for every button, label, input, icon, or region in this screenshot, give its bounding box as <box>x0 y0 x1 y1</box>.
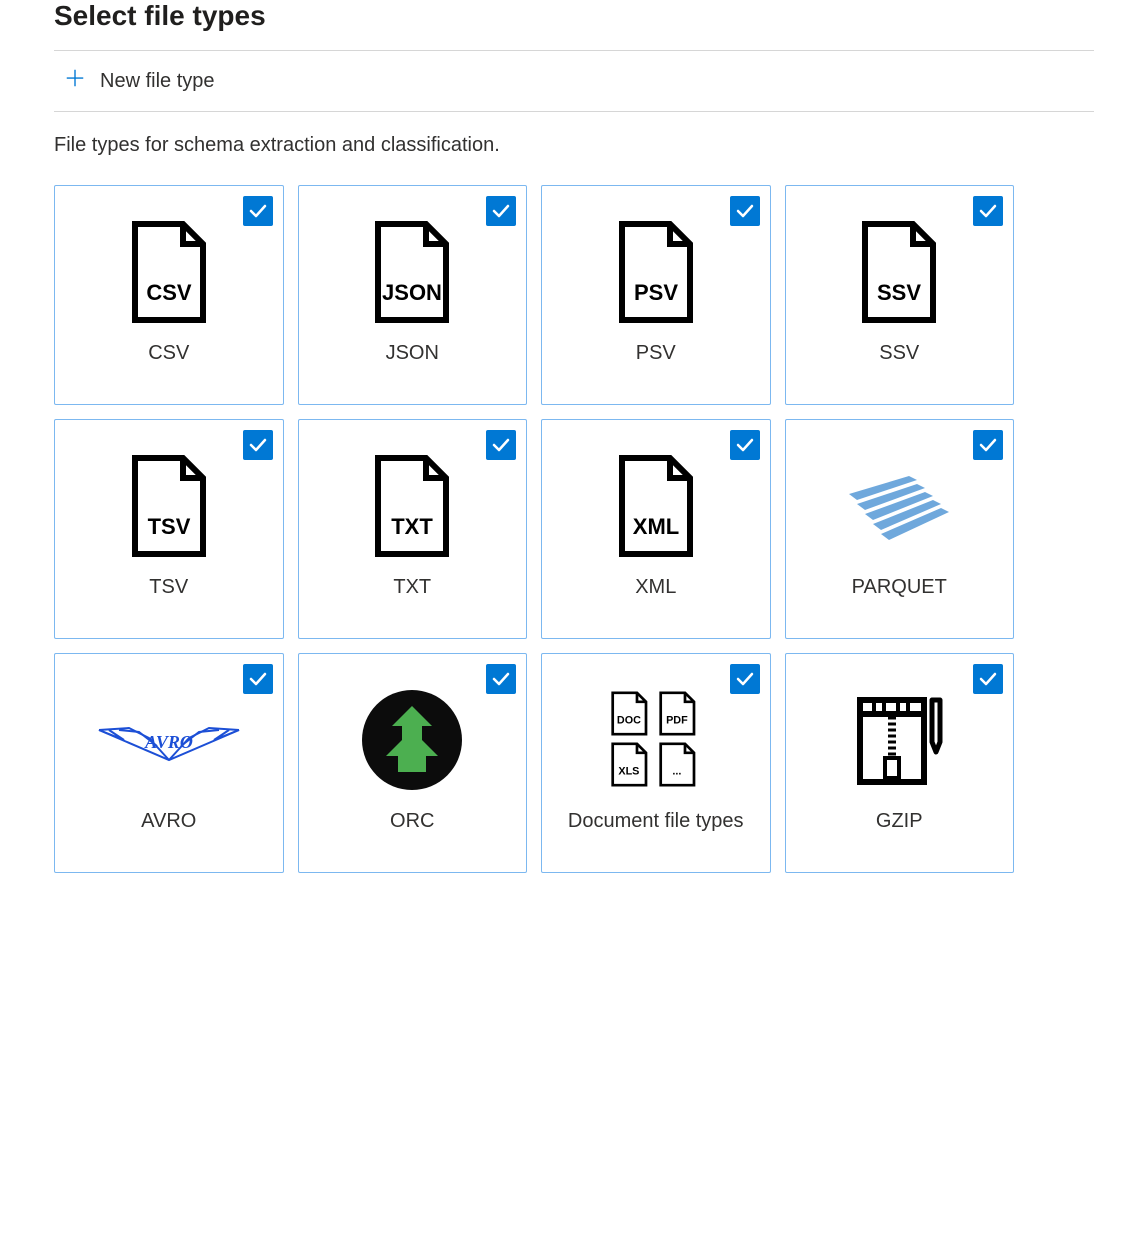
svg-text:AVRO: AVRO <box>144 732 193 752</box>
file-type-icon: SSV <box>857 220 941 324</box>
checkbox-checked-icon[interactable] <box>486 430 516 460</box>
file-type-card-ssv[interactable]: SSV SSV <box>785 185 1015 405</box>
file-type-label: PARQUET <box>852 576 947 599</box>
svg-text:DOC: DOC <box>617 714 641 726</box>
file-type-label: XML <box>635 576 676 599</box>
checkbox-checked-icon[interactable] <box>973 196 1003 226</box>
svg-text:JSON: JSON <box>382 280 442 305</box>
gzip-icon <box>854 690 944 790</box>
checkbox-checked-icon[interactable] <box>973 430 1003 460</box>
svg-text:SSV: SSV <box>877 280 921 305</box>
document-group-icon: DOC PDF XLS ... <box>606 690 706 790</box>
file-type-label: TXT <box>393 576 431 599</box>
file-type-label: GZIP <box>876 810 923 833</box>
file-type-card-parquet[interactable]: PARQUET <box>785 419 1015 639</box>
file-type-icon: CSV <box>127 220 211 324</box>
file-type-label: TSV <box>149 576 188 599</box>
svg-text:XLS: XLS <box>618 765 639 777</box>
svg-text:CSV: CSV <box>146 280 192 305</box>
file-type-grid: CSV CSV JSON JSON PSV PSV SSV SSV TSV TS… <box>54 185 1014 873</box>
svg-text:PSV: PSV <box>634 280 678 305</box>
file-type-label: ORC <box>390 810 434 833</box>
file-type-card-psv[interactable]: PSV PSV <box>541 185 771 405</box>
description-text: File types for schema extraction and cla… <box>54 134 1094 157</box>
checkbox-checked-icon[interactable] <box>243 196 273 226</box>
avro-icon: AVRO <box>89 710 249 770</box>
checkbox-checked-icon[interactable] <box>243 664 273 694</box>
new-file-type-label: New file type <box>100 70 215 93</box>
file-type-icon: XML <box>614 454 698 558</box>
new-file-type-button[interactable]: New file type <box>54 51 1094 111</box>
divider-bottom <box>54 111 1094 112</box>
file-type-card-tsv[interactable]: TSV TSV <box>54 419 284 639</box>
file-type-icon: TSV <box>127 454 211 558</box>
orc-icon <box>360 688 464 792</box>
page-title: Select file types <box>54 0 1094 32</box>
file-type-label: AVRO <box>141 810 196 833</box>
checkbox-checked-icon[interactable] <box>730 664 760 694</box>
file-type-icon: TXT <box>370 454 454 558</box>
file-type-card-json[interactable]: JSON JSON <box>298 185 528 405</box>
file-type-label: CSV <box>148 342 189 365</box>
svg-text:...: ... <box>672 765 681 777</box>
checkbox-checked-icon[interactable] <box>730 430 760 460</box>
file-type-card-avro[interactable]: AVRO AVRO <box>54 653 284 873</box>
checkbox-checked-icon[interactable] <box>486 196 516 226</box>
plus-icon <box>64 67 86 95</box>
file-type-icon: JSON <box>370 220 454 324</box>
checkbox-checked-icon[interactable] <box>486 664 516 694</box>
file-type-card-xml[interactable]: XML XML <box>541 419 771 639</box>
checkbox-checked-icon[interactable] <box>243 430 273 460</box>
file-type-label: PSV <box>636 342 676 365</box>
file-type-card-orc[interactable]: ORC <box>298 653 528 873</box>
file-type-label: SSV <box>879 342 919 365</box>
checkbox-checked-icon[interactable] <box>973 664 1003 694</box>
svg-text:PDF: PDF <box>666 714 688 726</box>
file-type-card-txt[interactable]: TXT TXT <box>298 419 528 639</box>
file-type-card-gzip[interactable]: GZIP <box>785 653 1015 873</box>
file-type-card-document-file-types[interactable]: DOC PDF XLS ... Document file types <box>541 653 771 873</box>
svg-text:TSV: TSV <box>147 514 190 539</box>
file-type-card-csv[interactable]: CSV CSV <box>54 185 284 405</box>
file-type-label: JSON <box>386 342 439 365</box>
svg-text:XML: XML <box>633 514 679 539</box>
checkbox-checked-icon[interactable] <box>730 196 760 226</box>
parquet-icon <box>839 466 959 546</box>
svg-text:TXT: TXT <box>391 514 433 539</box>
file-type-icon: PSV <box>614 220 698 324</box>
file-type-label: Document file types <box>568 810 744 833</box>
